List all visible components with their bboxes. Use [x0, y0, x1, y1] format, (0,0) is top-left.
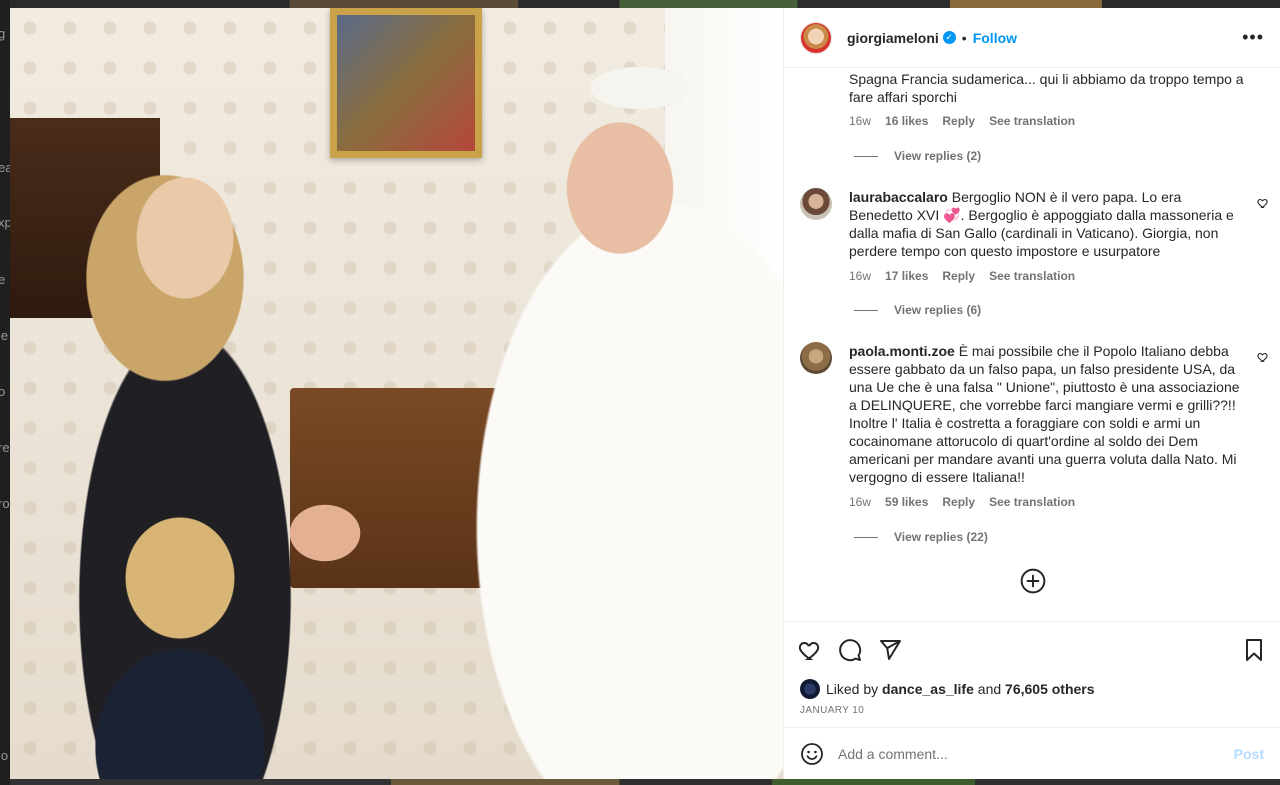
photo-handshake [275, 488, 375, 578]
comment-reply-button[interactable]: Reply [942, 269, 975, 283]
comment-meta: 16w 59 likes Reply See translation [849, 495, 1075, 509]
post-header: giorgiameloni ✓ • Follow ••• [784, 8, 1280, 68]
bg-text: g [0, 26, 6, 41]
commenter-username[interactable]: paola.monti.zoe [849, 343, 955, 359]
view-replies-label: View replies (6) [894, 303, 982, 317]
more-options-icon[interactable]: ••• [1242, 27, 1264, 48]
commenter-username[interactable]: laurabaccalaro [849, 189, 948, 205]
bg-text: ro [0, 496, 10, 511]
background-feed-strip: g ea xp e le o re ro lo [0, 0, 10, 785]
comment-like-icon[interactable] [1257, 351, 1269, 363]
see-translation-link[interactable]: See translation [989, 495, 1075, 509]
commenter-avatar[interactable] [800, 342, 832, 374]
view-replies-label: View replies (22) [894, 530, 988, 544]
emoji-smiley-icon[interactable] [800, 742, 824, 766]
author-avatar[interactable] [800, 21, 832, 54]
replies-line [854, 536, 878, 538]
bg-text: ea [0, 160, 10, 175]
separator-dot: • [961, 29, 967, 46]
background-feed-top [10, 0, 1280, 8]
photo-child [50, 488, 300, 779]
view-replies-button[interactable]: View replies (22) [854, 530, 988, 544]
bg-text: xp [0, 215, 10, 230]
author-username[interactable]: giorgiameloni [847, 30, 939, 46]
comment-text: È mai possibile che il Popolo Italiano d… [849, 343, 1240, 485]
add-comment-bar: Post [784, 727, 1280, 779]
post-modal: giorgiameloni ✓ • Follow ••• Spagna Fran… [10, 8, 1280, 779]
like-heart-icon[interactable] [798, 638, 822, 662]
comments-panel: giorgiameloni ✓ • Follow ••• Spagna Fran… [783, 8, 1280, 779]
see-translation-link[interactable]: See translation [989, 114, 1075, 128]
comment-time: 16w [849, 269, 872, 283]
likes-others-link[interactable]: 76,605 others [1005, 681, 1095, 697]
bg-text: le [0, 328, 9, 343]
bg-text: o [0, 384, 6, 399]
post-date: JANUARY 10 [800, 705, 865, 716]
comment-likes[interactable]: 17 likes [885, 269, 928, 283]
likes-summary: Liked by dance_as_life and 76,605 others [784, 677, 1280, 701]
liked-by-prefix: Liked by [826, 681, 879, 697]
see-translation-link[interactable]: See translation [989, 269, 1075, 283]
bg-text: e [0, 272, 6, 287]
bg-text: lo [0, 748, 9, 763]
share-paper-plane-icon[interactable] [878, 638, 902, 662]
comment-reply-button[interactable]: Reply [942, 114, 975, 128]
comment-likes[interactable]: 59 likes [885, 495, 928, 509]
post-actions-bar [784, 621, 1280, 677]
view-replies-label: View replies (2) [894, 149, 982, 163]
load-more-comments-icon[interactable] [1020, 568, 1046, 594]
liker-avatar[interactable] [800, 679, 820, 699]
follow-button[interactable]: Follow [973, 30, 1017, 46]
comment-bubble-icon[interactable] [838, 638, 862, 662]
post-photo[interactable] [10, 8, 783, 779]
comment-meta: 16w 17 likes Reply See translation [849, 269, 1075, 283]
comment-meta: 16w 16 likes Reply See translation [849, 114, 1075, 128]
bg-text: re [0, 440, 10, 455]
comment-text: Spagna Francia sudamerica... qui li abbi… [849, 71, 1244, 105]
comment-body: paola.monti.zoe È mai possibile che il P… [849, 342, 1244, 486]
post-comment-button[interactable]: Post [1234, 746, 1264, 762]
comment-time: 16w [849, 495, 872, 509]
comment-reply-button[interactable]: Reply [942, 495, 975, 509]
replies-line [854, 309, 878, 311]
comment-likes[interactable]: 16 likes [885, 114, 928, 128]
replies-line [854, 155, 878, 157]
view-replies-button[interactable]: View replies (6) [854, 303, 981, 317]
comment-like-icon[interactable] [1257, 197, 1269, 209]
liker-username[interactable]: dance_as_life [882, 681, 974, 697]
add-comment-input[interactable] [838, 745, 1234, 762]
view-replies-button[interactable]: View replies (2) [854, 149, 981, 163]
comment-body: laurabaccalaro Bergoglio NON è il vero p… [849, 188, 1244, 260]
verified-badge-icon: ✓ [942, 31, 956, 44]
background-feed-bottom [10, 779, 1280, 785]
comment-time: 16w [849, 114, 872, 128]
commenter-avatar[interactable] [800, 188, 832, 220]
save-bookmark-icon[interactable] [1242, 638, 1266, 662]
liked-by-and: and [977, 681, 1002, 697]
photo-person-right [360, 48, 783, 779]
comments-list[interactable]: Spagna Francia sudamerica... qui li abbi… [784, 68, 1280, 621]
